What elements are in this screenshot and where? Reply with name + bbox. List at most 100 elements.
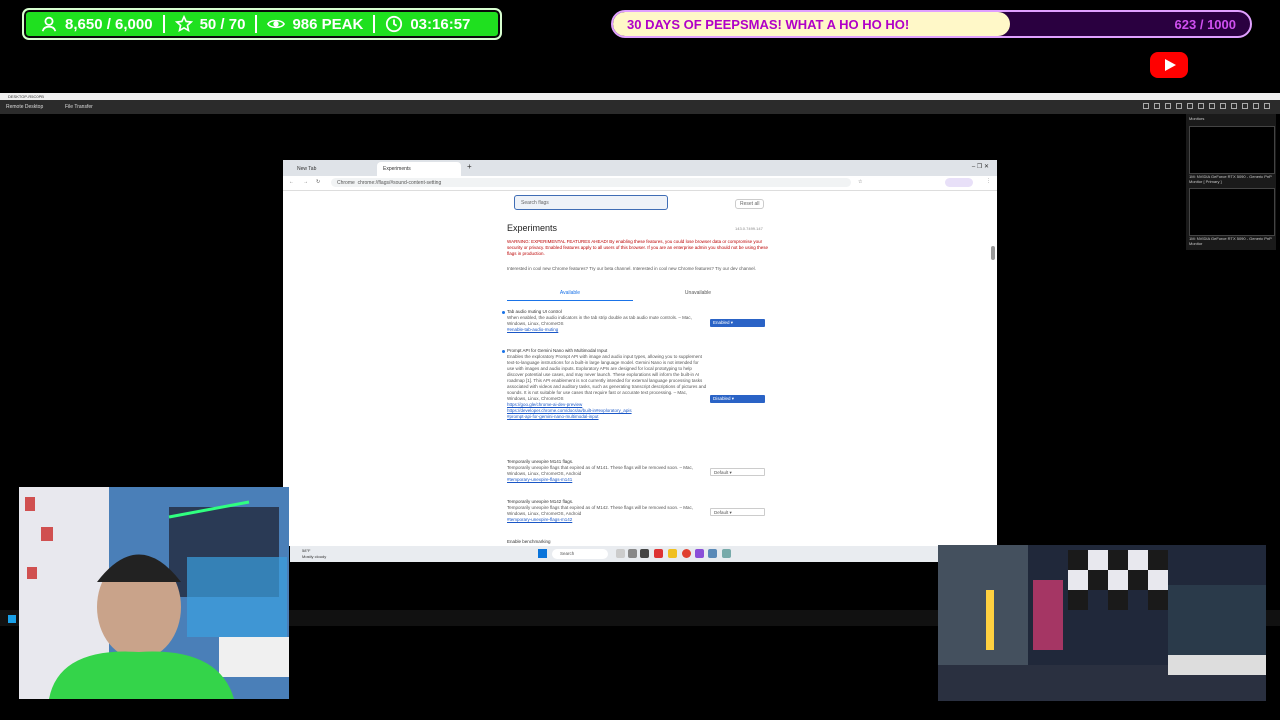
monitors-panel: Monitors 1M: NVIDIA GeForce RTX 5090 - G…	[1186, 114, 1276, 250]
app-icon[interactable]	[708, 549, 717, 558]
flag-tabs: Available Unavailable	[507, 290, 769, 302]
remote-toolbar-icons	[1143, 103, 1270, 109]
flag-select[interactable]: Default ▾	[710, 468, 765, 476]
new-tab-icon[interactable]: +	[467, 162, 472, 171]
chrome-window: New Tab Experiments + – ❐ ✕ ← → ↻ Chrome…	[283, 160, 997, 546]
monitor-thumbnail-2[interactable]	[1189, 188, 1275, 236]
tab-available[interactable]: Available	[507, 290, 633, 301]
weather-desc: Mostly cloudy	[302, 554, 327, 559]
toolbar-icon[interactable]	[1187, 103, 1193, 109]
app-icon[interactable]	[628, 549, 637, 558]
divider	[162, 15, 165, 33]
remote-window-titlebar: DESKTOP-R5C0PB	[0, 93, 1280, 100]
flag-description: Enables the exploratory Prompt API with …	[507, 354, 707, 401]
chrome-icon[interactable]	[682, 549, 691, 558]
reload-icon[interactable]: ↻	[316, 179, 320, 185]
stream-stats-bar: 8,650 / 6,000 50 / 70 986 PEAK 03:16:57	[22, 8, 502, 40]
windows-taskbar: 58°F Mostly cloudy Search	[290, 546, 938, 562]
tab-experiments[interactable]: Experiments	[377, 162, 461, 176]
subs-stat: 50 / 70	[169, 15, 252, 33]
flag-link[interactable]: https://developer.chrome.com/docs/ai/bui…	[507, 408, 632, 413]
address-toolbar: ← → ↻ Chrome chrome://flags/#sound-conte…	[283, 176, 997, 191]
flag-select[interactable]: Disabled ▾	[710, 395, 765, 403]
followers-stat: 8,650 / 6,000	[34, 15, 159, 33]
flag-select[interactable]: Default ▾	[710, 508, 765, 516]
windows-logo-icon	[8, 615, 16, 623]
remote-window-title: DESKTOP-R5C0PB	[8, 94, 44, 99]
flag-permalink[interactable]: #enable-tab-audio-muting	[507, 327, 558, 332]
address-bar[interactable]: Chrome chrome://flags/#sound-content-set…	[331, 178, 851, 187]
monitor-thumbnail-1[interactable]	[1189, 126, 1275, 174]
remote-desktop-menu[interactable]: Remote Desktop	[6, 104, 43, 110]
warning-text: WARNING: EXPERIMENTAL FEATURES AHEAD! By…	[507, 239, 769, 256]
flag-select[interactable]: Enabled ▾	[710, 319, 765, 327]
flag-title: Enable benchmarking	[507, 539, 551, 544]
divider	[373, 15, 376, 33]
webcam-streamer	[19, 487, 289, 699]
viewers-stat: 986 PEAK	[261, 15, 369, 33]
peak-value: 986 PEAK	[292, 15, 364, 33]
profile-avatar[interactable]	[945, 178, 973, 187]
file-transfer-menu[interactable]: File Transfer	[65, 104, 93, 110]
flag-permalink[interactable]: #temporary-unexpire-flags-m141	[507, 477, 572, 482]
youtube-icon	[1150, 52, 1188, 78]
info-text: Interested in cool new Chrome features? …	[507, 266, 756, 271]
toolbar-icon[interactable]	[1154, 103, 1160, 109]
address-url: chrome://flags/#sound-content-setting	[357, 180, 442, 186]
start-button[interactable]	[538, 549, 547, 558]
app-icon[interactable]	[695, 549, 704, 558]
file-explorer-icon[interactable]	[668, 549, 677, 558]
flag-link[interactable]: https://goo.gle/chrome-ai-dev-preview	[507, 402, 582, 407]
app-icon[interactable]	[640, 549, 649, 558]
flag-permalink[interactable]: #prompt-api-for-gemini-nano-multimodal-i…	[507, 414, 599, 419]
settings-icon[interactable]	[722, 549, 731, 558]
subs-value: 50 / 70	[199, 15, 246, 33]
toolbar-icon[interactable]	[1220, 103, 1226, 109]
toolbar-icon[interactable]	[1264, 103, 1270, 109]
toolbar-icon[interactable]	[1165, 103, 1171, 109]
flag-description: Temporarily unexpire flags that expired …	[507, 505, 694, 516]
goal-title: 30 DAYS OF PEEPSMAS! WHAT A HO HO HO!	[627, 17, 910, 32]
modified-indicator	[502, 311, 505, 314]
toolbar-icon[interactable]	[1231, 103, 1237, 109]
divider	[255, 15, 258, 33]
window-controls[interactable]: – ❐ ✕	[972, 163, 989, 170]
app-icon[interactable]	[654, 549, 663, 558]
followers-value: 8,650 / 6,000	[65, 15, 153, 33]
search-label: Search	[560, 551, 575, 556]
task-view-icon[interactable]	[616, 549, 625, 558]
tab-label: New Tab	[297, 166, 317, 172]
page-title: Experiments	[507, 223, 558, 233]
flag-description: When enabled, the audio indicators in th…	[507, 315, 692, 326]
star-icon	[174, 15, 193, 33]
toolbar-icon[interactable]	[1242, 103, 1248, 109]
select-value: Enabled	[713, 320, 730, 325]
toolbar-icon[interactable]	[1176, 103, 1182, 109]
toolbar-icon[interactable]	[1253, 103, 1259, 109]
toolbar-icon[interactable]	[1209, 103, 1215, 109]
tab-unavailable[interactable]: Unavailable	[635, 290, 761, 296]
weather-temp[interactable]: 58°F	[302, 548, 311, 553]
taskbar-search[interactable]: Search	[552, 549, 608, 559]
flags-page: Search flags Reset all Experiments 143.0…	[283, 191, 997, 546]
forward-icon[interactable]: →	[303, 179, 308, 185]
select-value: Disabled	[713, 396, 731, 401]
menu-icon[interactable]: ⋮	[986, 178, 991, 184]
tab-label: Experiments	[383, 166, 411, 172]
address-prefix: Chrome	[337, 180, 355, 186]
toolbar-icon[interactable]	[1143, 103, 1149, 109]
flag-permalink[interactable]: #temporary-unexpire-flags-m142	[507, 517, 572, 522]
flag-item: Tab audio muting UI control When enabled…	[502, 309, 707, 333]
back-icon[interactable]: ←	[289, 179, 294, 185]
reset-all-button[interactable]: Reset all	[735, 199, 765, 209]
tab-new-tab[interactable]: New Tab	[291, 162, 375, 176]
scrollbar-thumb[interactable]	[991, 246, 995, 260]
toolbar-icon[interactable]	[1198, 103, 1204, 109]
eye-icon	[267, 19, 286, 29]
modified-indicator	[502, 350, 505, 353]
monitors-label: Monitors	[1189, 116, 1205, 121]
select-value: Default	[714, 470, 729, 475]
bookmark-star-icon[interactable]: ☆	[858, 179, 862, 185]
search-flags-input[interactable]: Search flags	[514, 195, 668, 210]
tab-strip: New Tab Experiments + – ❐ ✕	[283, 160, 997, 176]
